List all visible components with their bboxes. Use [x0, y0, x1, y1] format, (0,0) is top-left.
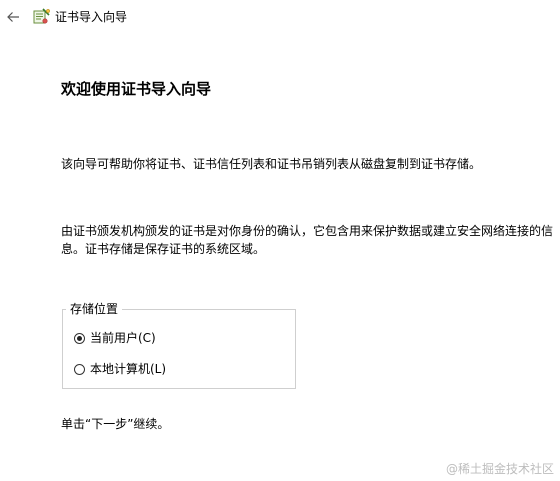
current-user-radio-option[interactable]: 当前用户(C) [74, 330, 156, 346]
store-location-label: 存储位置 [66, 301, 123, 317]
page-heading: 欢迎使用证书导入向导 [61, 80, 212, 98]
store-location-group [62, 309, 296, 389]
window-title: 证书导入向导 [55, 10, 128, 24]
description-text: 由证书颁发机构颁发的证书是对你身份的确认，它包含用来保护数据或建立安全网络连接的… [61, 224, 554, 256]
local-machine-radio-option[interactable]: 本地计算机(L) [74, 361, 166, 377]
local-machine-radio[interactable] [74, 363, 85, 375]
intro-text: 该向导可帮助你将证书、证书信任列表和证书吊销列表从磁盘复制到证书存储。 [61, 157, 482, 171]
certificate-import-wizard-window: 证书导入向导 欢迎使用证书导入向导 该向导可帮助你将证书、证书信任列表和证书吊销… [0, 0, 560, 481]
current-user-label[interactable]: 当前用户(C) [90, 330, 156, 346]
local-machine-label[interactable]: 本地计算机(L) [90, 361, 166, 377]
title-bar: 证书导入向导 [0, 0, 560, 34]
back-arrow-icon[interactable] [5, 9, 21, 25]
watermark: @稀土掘金技术社区 [445, 462, 554, 476]
certificate-wizard-icon [33, 8, 50, 25]
current-user-radio[interactable] [74, 332, 85, 344]
next-step-instruction: 单击“下一步”继续。 [61, 417, 170, 431]
